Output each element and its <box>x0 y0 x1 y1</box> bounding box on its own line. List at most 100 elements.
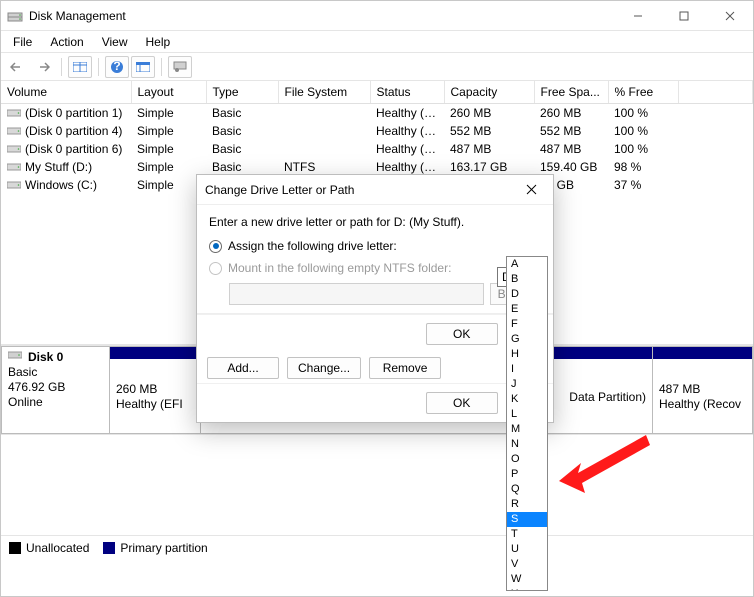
volume-pct: 100 % <box>608 122 678 140</box>
help-button[interactable]: ? <box>105 56 129 78</box>
volume-type: Basic <box>206 140 278 158</box>
mount-folder-option[interactable]: Mount in the following empty NTFS folder… <box>209 261 541 275</box>
col-status[interactable]: Status <box>370 81 444 104</box>
col-type[interactable]: Type <box>206 81 278 104</box>
volume-fs <box>278 140 370 158</box>
dropdown-option[interactable]: J <box>507 377 547 392</box>
disk-management-window: Disk Management File Action View Help ? … <box>0 0 754 597</box>
col-free[interactable]: Free Spa... <box>534 81 608 104</box>
volume-pct: 37 % <box>608 176 678 194</box>
volume-row[interactable]: (Disk 0 partition 1)SimpleBasicHealthy (… <box>1 104 753 123</box>
volume-free: 552 MB <box>534 122 608 140</box>
volume-capacity: 552 MB <box>444 122 534 140</box>
dropdown-option[interactable]: Q <box>507 482 547 497</box>
volume-layout: Simple <box>131 122 206 140</box>
volume-pct: 100 % <box>608 140 678 158</box>
volume-status: Healthy (R... <box>370 122 444 140</box>
assign-letter-option[interactable]: Assign the following drive letter: <box>209 239 541 253</box>
grid-header-row: Volume Layout Type File System Status Ca… <box>1 81 753 104</box>
dropdown-option[interactable]: E <box>507 302 547 317</box>
dropdown-option[interactable]: L <box>507 407 547 422</box>
dropdown-option[interactable]: A <box>507 257 547 272</box>
volume-row[interactable]: (Disk 0 partition 4) SimpleBasic Healthy (… <box>1 122 753 140</box>
minimize-button[interactable] <box>615 1 661 30</box>
dropdown-option[interactable]: R <box>507 497 547 512</box>
dropdown-option[interactable]: D <box>507 287 547 302</box>
settings-button[interactable] <box>168 56 192 78</box>
view-graphical-button[interactable] <box>131 56 155 78</box>
dropdown-option[interactable]: N <box>507 437 547 452</box>
dialog-intro: Enter a new drive letter or path for D: … <box>209 215 541 229</box>
col-spacer <box>678 81 753 104</box>
volume-capacity: 260 MB <box>444 104 534 123</box>
volume-capacity: 487 MB <box>444 140 534 158</box>
swatch-navy <box>103 542 115 554</box>
partition-header <box>110 347 200 359</box>
dropdown-option[interactable]: U <box>507 542 547 557</box>
menu-file[interactable]: File <box>5 33 40 51</box>
app-icon <box>7 8 23 24</box>
menu-help[interactable]: Help <box>138 33 179 51</box>
dropdown-option[interactable]: H <box>507 347 547 362</box>
dialog-body: Enter a new drive letter or path for D: … <box>197 205 553 314</box>
menu-view[interactable]: View <box>94 33 136 51</box>
partition[interactable]: 260 MB Healthy (EFI <box>110 347 200 433</box>
close-button[interactable] <box>707 1 753 30</box>
volume-name: (Disk 0 partition 1) <box>25 106 122 120</box>
dropdown-option[interactable]: M <box>507 422 547 437</box>
col-layout[interactable]: Layout <box>131 81 206 104</box>
volume-type: Basic <box>206 122 278 140</box>
partition[interactable]: 487 MB Healthy (Recov <box>652 347 752 433</box>
remove-button[interactable]: Remove <box>369 357 441 379</box>
dropdown-option[interactable]: B <box>507 272 547 287</box>
menubar: File Action View Help <box>1 31 753 53</box>
assign-letter-label: Assign the following drive letter: <box>228 239 397 253</box>
drive-icon <box>7 126 21 136</box>
change-drive-letter-dialog: Change Drive Letter or Path Enter a new … <box>196 174 554 423</box>
dropdown-option[interactable]: V <box>507 557 547 572</box>
forward-button[interactable] <box>31 56 55 78</box>
col-pct[interactable]: % Free <box>608 81 678 104</box>
back-button[interactable] <box>5 56 29 78</box>
svg-text:?: ? <box>113 60 120 73</box>
inner-ok-button[interactable]: OK <box>426 323 498 345</box>
mount-path-input <box>229 283 484 305</box>
disk-size: 476.92 GB <box>8 380 103 394</box>
dropdown-option[interactable]: P <box>507 467 547 482</box>
change-button[interactable]: Change... <box>287 357 361 379</box>
swatch-black <box>9 542 21 554</box>
dropdown-option[interactable]: F <box>507 317 547 332</box>
dropdown-option[interactable]: O <box>507 452 547 467</box>
dropdown-option[interactable]: X <box>507 587 547 591</box>
add-button[interactable]: Add... <box>207 357 279 379</box>
volume-row[interactable]: (Disk 0 partition 6)SimpleBasicHealthy (… <box>1 140 753 158</box>
drive-icon <box>7 162 21 172</box>
dropdown-option[interactable]: S <box>507 512 547 527</box>
dropdown-option[interactable]: G <box>507 332 547 347</box>
drive-letter-dropdown[interactable]: ABDEFGHIJKLMNOPQRSTUVWXYZ <box>506 256 548 591</box>
dialog-footer-buttons: OK Ca <box>197 383 553 422</box>
volume-name: (Disk 0 partition 4) <box>25 124 122 138</box>
dropdown-option[interactable]: T <box>507 527 547 542</box>
disk-title: Disk 0 <box>28 350 63 364</box>
titlebar: Disk Management <box>1 1 753 31</box>
dialog-close-button[interactable] <box>517 176 545 204</box>
view-list-button[interactable] <box>68 56 92 78</box>
dropdown-option[interactable]: W <box>507 572 547 587</box>
col-capacity[interactable]: Capacity <box>444 81 534 104</box>
disk-info[interactable]: Disk 0 Basic 476.92 GB Online <box>1 346 109 434</box>
action-buttons: Add... Change... Remove <box>197 353 553 383</box>
dropdown-option[interactable]: I <box>507 362 547 377</box>
dropdown-option[interactable]: K <box>507 392 547 407</box>
partition-status: Healthy (EFI <box>116 397 194 411</box>
col-fs[interactable]: File System <box>278 81 370 104</box>
ok-button[interactable]: OK <box>426 392 498 414</box>
maximize-button[interactable] <box>661 1 707 30</box>
dialog-titlebar: Change Drive Letter or Path <box>197 175 553 205</box>
col-volume[interactable]: Volume <box>1 81 131 104</box>
volume-status: Healthy (E... <box>370 104 444 123</box>
disk-status: Online <box>8 395 103 409</box>
volume-pct: 100 % <box>608 104 678 123</box>
window-title: Disk Management <box>29 9 615 23</box>
menu-action[interactable]: Action <box>42 33 91 51</box>
